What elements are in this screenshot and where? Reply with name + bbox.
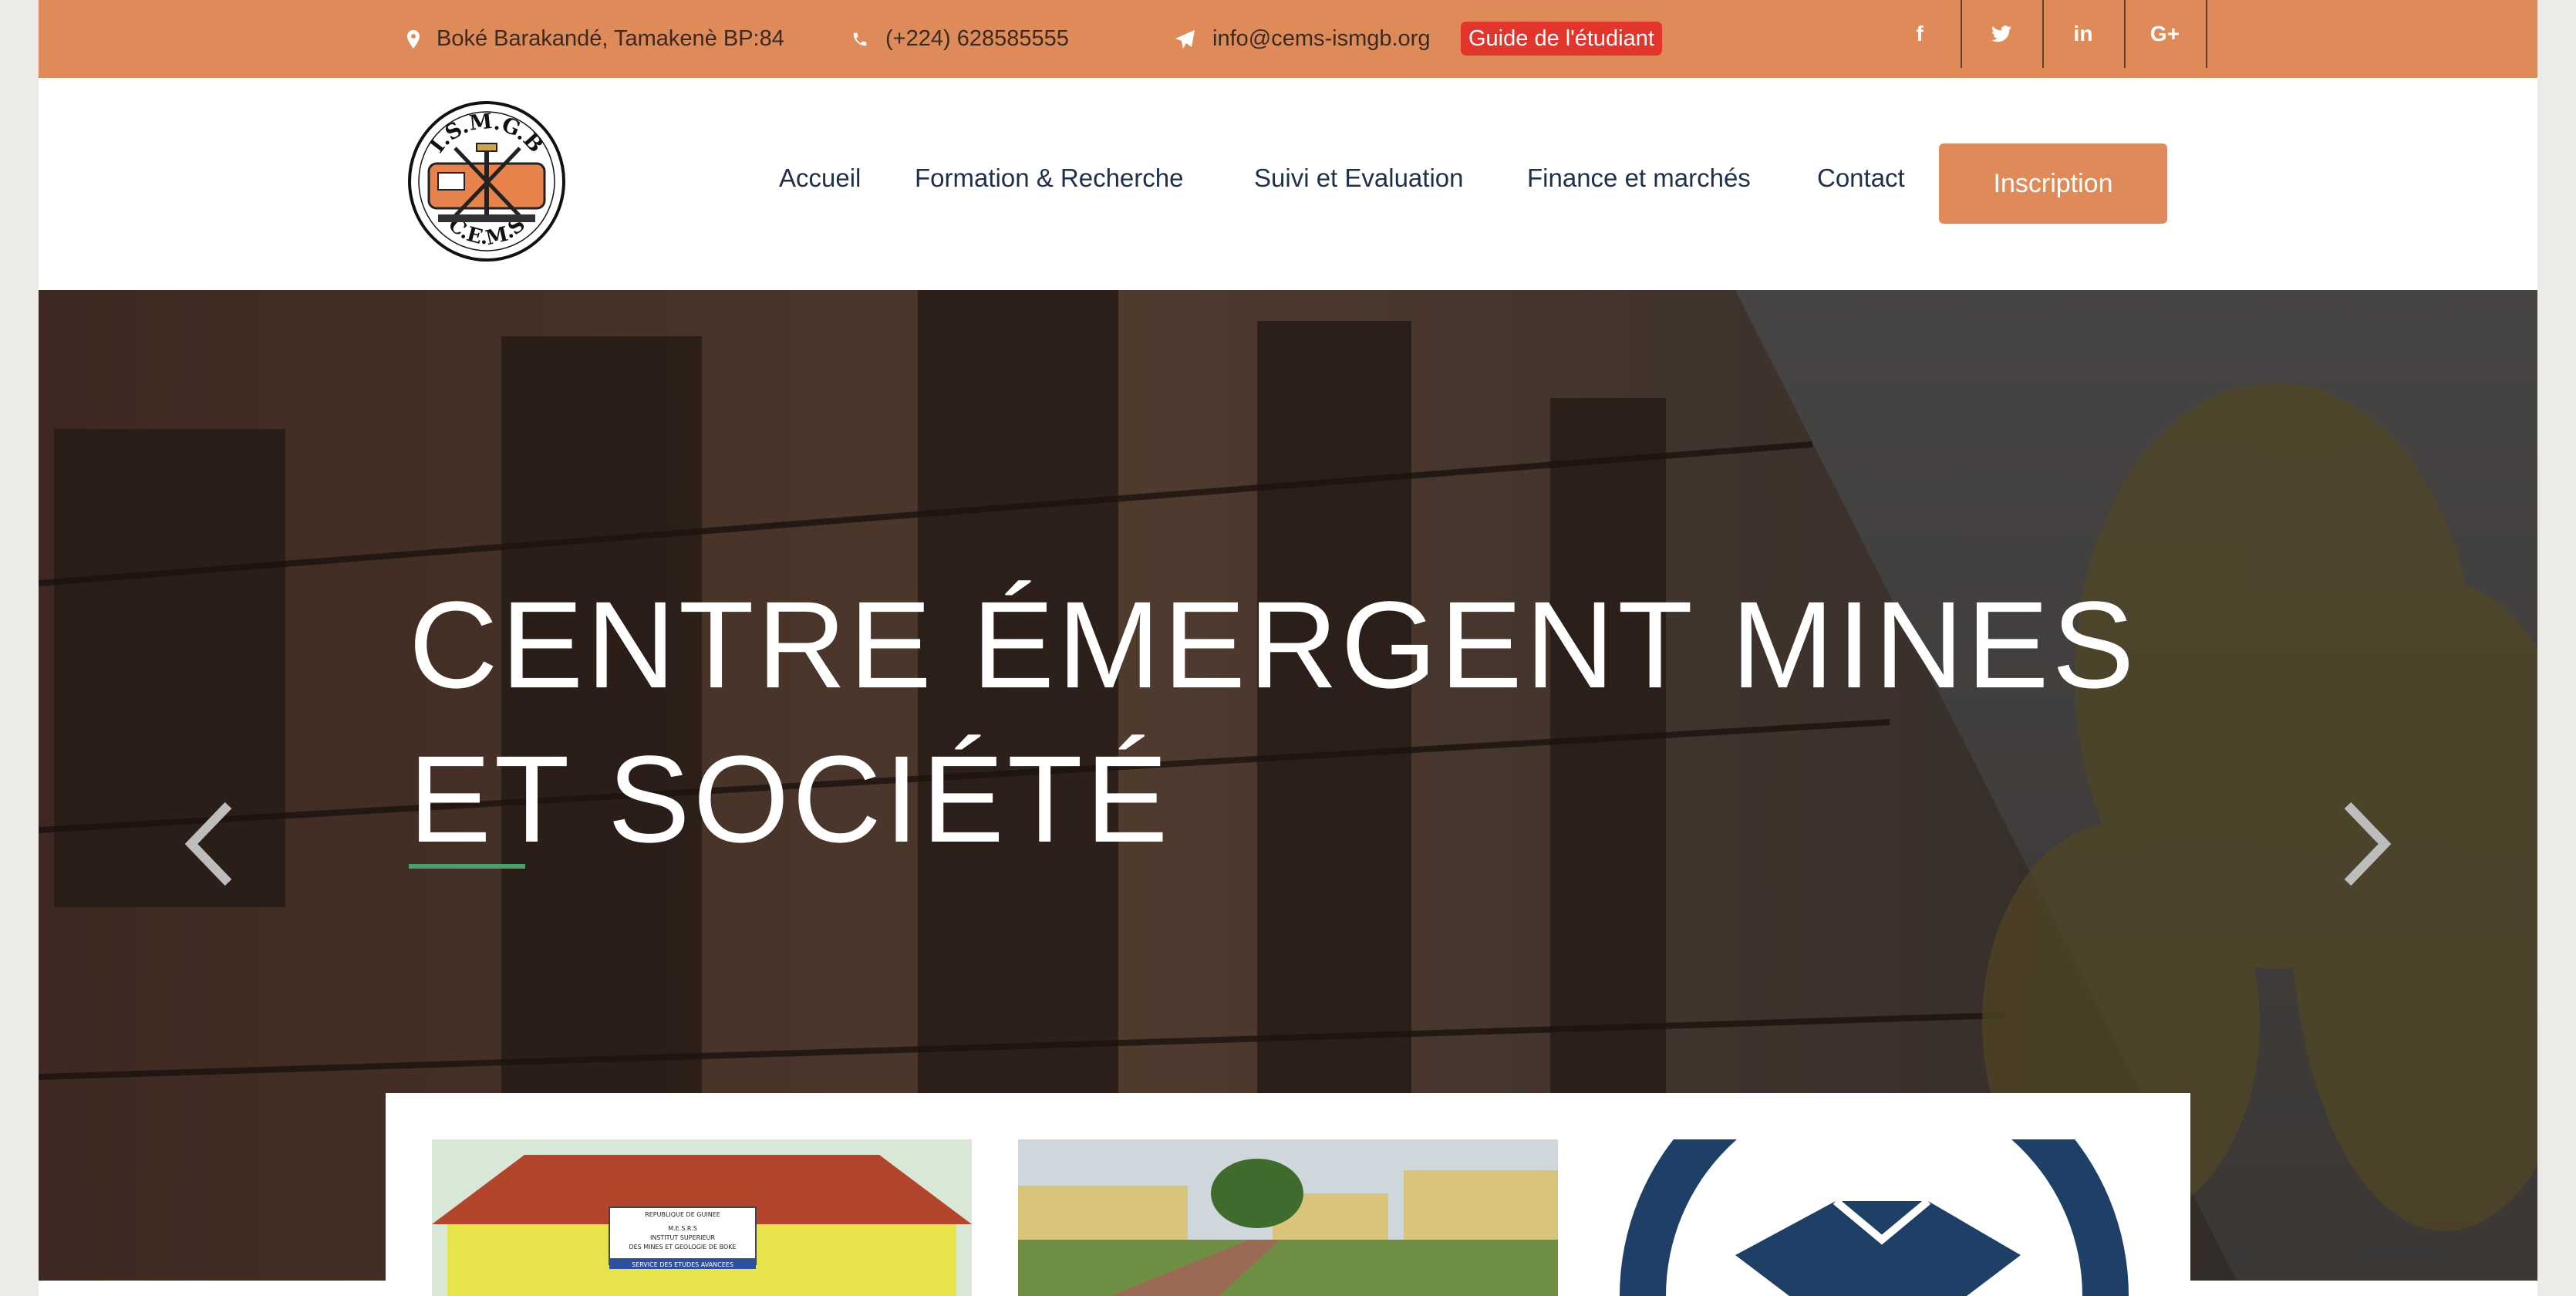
handshake-icon — [1604, 1139, 2144, 1296]
svg-text:M.E.S.R.S: M.E.S.R.S — [668, 1225, 697, 1232]
nav-contact[interactable]: Contact — [1817, 164, 1905, 193]
inscription-button[interactable]: Inscription — [1939, 143, 2167, 224]
svg-text:SERVICE DES ETUDES AVANCEES: SERVICE DES ETUDES AVANCEES — [632, 1261, 733, 1268]
google-plus-icon[interactable]: G+ — [2124, 0, 2207, 68]
feature-cards: REPUBLIQUE DE GUINEE M.E.S.R.S INSTITUT … — [386, 1093, 2190, 1296]
paper-plane-icon — [1175, 29, 1195, 49]
card-institute-building[interactable]: REPUBLIQUE DE GUINEE M.E.S.R.S INSTITUT … — [432, 1139, 972, 1296]
student-guide-link[interactable]: Guide de l'étudiant — [1461, 22, 1662, 56]
card-campus[interactable] — [1018, 1139, 1558, 1296]
email-item[interactable]: info@cems-ismgb.org — [1175, 0, 1430, 78]
card-partnership[interactable] — [1604, 1139, 2144, 1296]
linkedin-icon[interactable]: in — [2042, 0, 2126, 68]
hero-title-line-2: ET SOCIÉTÉ — [409, 730, 1172, 868]
phone-icon — [853, 32, 867, 46]
phone-text: (+224) 628585555 — [885, 26, 1069, 51]
nav-suivi-evaluation[interactable]: Suivi et Evaluation — [1254, 164, 1464, 193]
card-institute-image: REPUBLIQUE DE GUINEE M.E.S.R.S INSTITUT … — [432, 1139, 972, 1296]
hero-title-line-1: CENTRE ÉMERGENT MINES — [409, 575, 2138, 714]
chevron-right-icon[interactable] — [2334, 798, 2396, 890]
facebook-icon[interactable]: f — [1879, 0, 1962, 68]
address-item: Boké Barakandé, Tamakenè BP:84 — [407, 0, 784, 78]
chevron-left-icon[interactable] — [180, 798, 242, 890]
email-text: info@cems-ismgb.org — [1212, 26, 1431, 51]
twitter-icon[interactable] — [1961, 0, 2044, 68]
phone-item[interactable]: (+224) 628585555 — [851, 0, 1069, 78]
nav-accueil[interactable]: Accueil — [779, 164, 861, 193]
hero-title: CENTRE ÉMERGENT MINES ET SOCIÉTÉ — [409, 568, 2221, 876]
hero-title-underline — [409, 864, 525, 869]
address-text: Boké Barakandé, Tamakenè BP:84 — [437, 26, 784, 51]
nav-finance-marches[interactable]: Finance et marchés — [1527, 164, 1751, 193]
nav-formation-recherche[interactable]: Formation & Recherche — [915, 164, 1183, 193]
svg-text:DES MINES ET GEOLOGIE DE BOKE: DES MINES ET GEOLOGIE DE BOKE — [629, 1244, 736, 1250]
top-bar: Boké Barakandé, Tamakenè BP:84 (+224) 62… — [39, 0, 2537, 78]
ismgb-logo[interactable]: I.S.M.G.B C.E.M.S — [407, 100, 566, 262]
map-pin-icon — [407, 29, 420, 49]
card-campus-image — [1018, 1139, 1558, 1296]
svg-text:INSTITUT SUPERIEUR: INSTITUT SUPERIEUR — [650, 1234, 715, 1241]
svg-text:REPUBLIQUE DE GUINEE: REPUBLIQUE DE GUINEE — [645, 1211, 720, 1218]
page: Boké Barakandé, Tamakenè BP:84 (+224) 62… — [39, 0, 2537, 1296]
